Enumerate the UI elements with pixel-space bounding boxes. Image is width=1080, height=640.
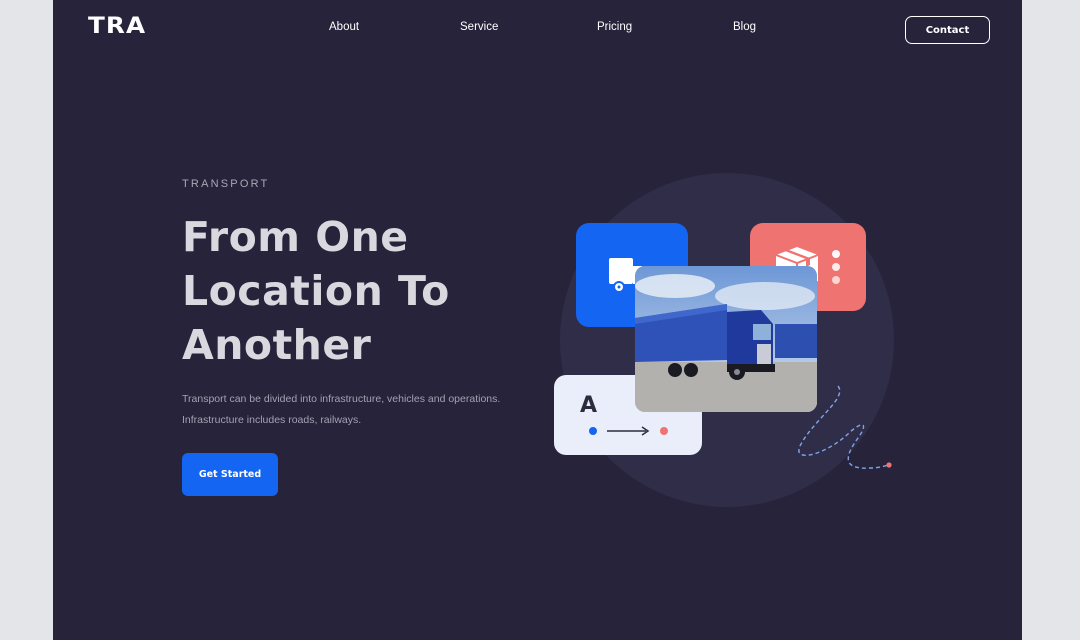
headline-line-3: Another [182,321,372,369]
get-started-button[interactable]: Get Started [182,453,278,496]
dashed-route-decoration [798,385,892,469]
description-line-1: Transport can be divided into infrastruc… [182,393,501,405]
headline-line-1: From One [182,213,409,261]
logo[interactable]: TRA [88,14,146,39]
landing-page: TRA About Service Pricing Blog Contact T… [53,0,1022,640]
more-vertical-icon[interactable] [828,248,844,288]
contact-button[interactable]: Contact [905,16,990,44]
hero-description: Transport can be divided into infrastruc… [182,389,542,431]
hero-eyebrow: TRANSPORT [182,178,270,190]
nav-pricing[interactable]: Pricing [597,21,632,33]
headline-line-2: Location To [182,267,450,315]
hero-headline: From One Location To Another [182,210,562,372]
nav-blog[interactable]: Blog [733,21,756,33]
description-line-2: Infrastructure includes roads, railways. [182,414,362,426]
nav-about[interactable]: About [329,21,359,33]
nav-service[interactable]: Service [460,21,498,33]
